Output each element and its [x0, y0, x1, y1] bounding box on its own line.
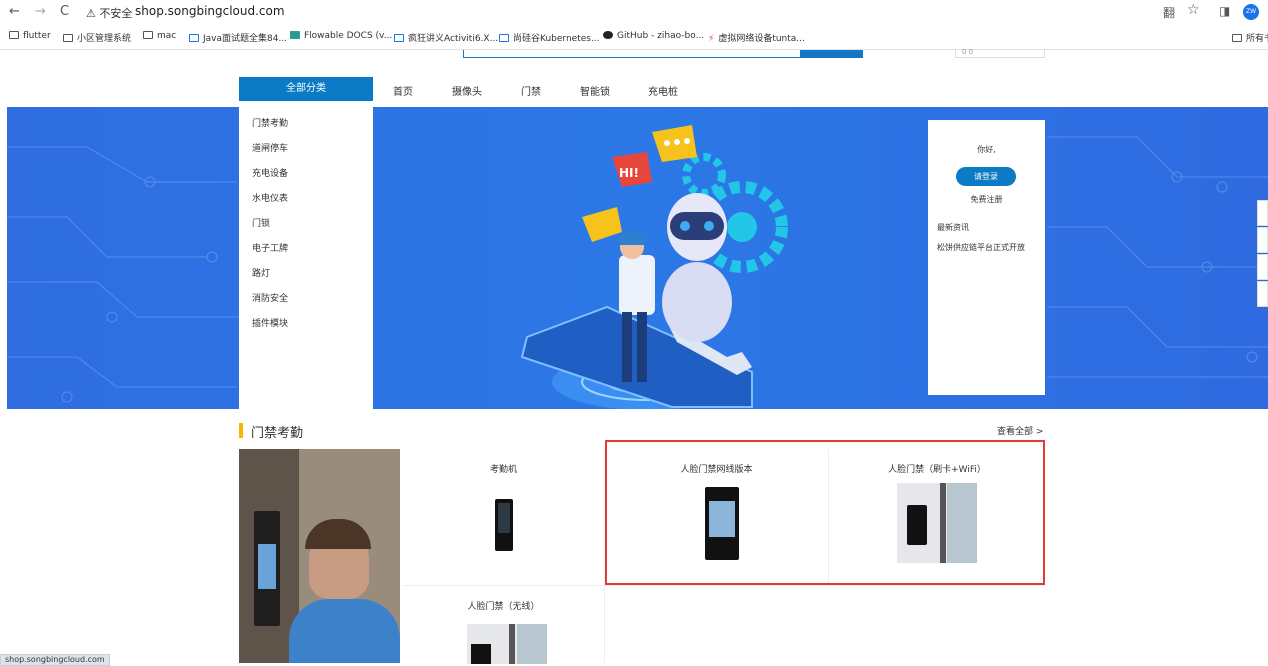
category-item[interactable]: 消防安全	[252, 291, 288, 304]
bookmark-item[interactable]: 尚硅谷Kubernetes...	[499, 31, 600, 44]
greeting-text: 你好,	[977, 145, 996, 154]
bookmark-item[interactable]: mac	[143, 31, 176, 41]
bilibili-icon	[189, 34, 199, 42]
bookmark-item[interactable]: flutter	[9, 31, 51, 41]
flowable-icon	[290, 31, 300, 39]
folder-icon	[63, 34, 73, 42]
section-feature-image[interactable]	[239, 449, 400, 663]
product-card[interactable]: 人脸门禁（无线）	[403, 586, 605, 664]
nav-link-home[interactable]: 首页	[393, 83, 413, 98]
bolt-icon: ⚡	[708, 34, 715, 44]
github-icon	[603, 31, 613, 39]
category-item[interactable]: 门禁考勤	[252, 116, 288, 129]
reload-icon[interactable]: C	[60, 4, 69, 19]
bookmark-item[interactable]: GitHub - zihao-bo...	[603, 31, 704, 41]
browser-toolbar: ← → C ⚠ 不安全 shop.songbingcloud.com 翻 ☆ ◨…	[0, 0, 1268, 26]
category-item[interactable]: 电子工牌	[252, 241, 288, 254]
product-name: 人脸门禁（无线）	[467, 602, 540, 612]
category-menu: 门禁考勤 道闸停车 充电设备 水电仪表 门锁 电子工牌 路灯 消防安全 插件模块	[239, 101, 373, 409]
hi-bubble-text: HI!	[619, 166, 639, 180]
search-button[interactable]	[800, 50, 863, 58]
section-accent-bar	[239, 423, 243, 438]
top-side-icon[interactable]	[1257, 281, 1268, 307]
star-icon[interactable]: ☆	[1187, 2, 1200, 18]
product-card[interactable]: 考勤机	[403, 449, 605, 586]
category-item[interactable]: 道闸停车	[252, 141, 288, 154]
bilibili-icon	[499, 34, 509, 42]
bookmark-item[interactable]: 疯狂讲义Activiti6.X...	[394, 31, 498, 44]
cart-button[interactable]: 0 0	[955, 49, 1045, 58]
banner-illustration: HI!	[7, 125, 1268, 409]
folder-icon	[9, 31, 19, 39]
folder-icon	[143, 31, 153, 39]
nav-link-access[interactable]: 门禁	[521, 83, 541, 98]
category-item[interactable]: 门锁	[252, 216, 270, 229]
status-bar-url: shop.songbingcloud.com	[0, 654, 110, 666]
bookmark-item[interactable]: 小区管理系统	[63, 31, 131, 44]
address-bar[interactable]: ⚠ 不安全 shop.songbingcloud.com	[80, 3, 1180, 22]
register-link[interactable]: 免费注册	[928, 194, 1045, 205]
nav-link-smartlock[interactable]: 智能锁	[580, 83, 610, 98]
selection-highlight	[605, 440, 1045, 585]
all-bookmarks[interactable]: 所有书	[1232, 31, 1268, 44]
side-toolbar	[1257, 200, 1268, 308]
nav-link-charging[interactable]: 充电桩	[648, 83, 678, 98]
bookmark-item[interactable]: Java面试题全集84...	[189, 31, 287, 44]
translate-icon[interactable]: 翻	[1163, 4, 1175, 21]
bookmark-item[interactable]: ⚡ 虚拟网络设备tunta...	[708, 31, 805, 44]
product-thumbnail	[495, 499, 513, 551]
section-title: 门禁考勤	[251, 426, 304, 441]
back-icon[interactable]: ←	[9, 4, 20, 19]
bilibili-icon	[394, 34, 404, 42]
hero-banner[interactable]: HI!	[7, 107, 1268, 409]
category-item[interactable]: 充电设备	[252, 166, 288, 179]
login-button[interactable]: 请登录	[956, 167, 1016, 186]
product-thumbnail	[467, 624, 547, 664]
cart-side-icon[interactable]	[1257, 200, 1268, 226]
news-item[interactable]: 松饼供应链平台正式开放	[937, 242, 1025, 253]
avatar[interactable]: ZW	[1243, 4, 1259, 20]
product-name: 考勤机	[489, 465, 517, 475]
category-item[interactable]: 路灯	[252, 266, 270, 279]
forward-icon[interactable]: →	[35, 4, 46, 19]
security-warning[interactable]: ⚠ 不安全	[86, 5, 132, 21]
url-text[interactable]: shop.songbingcloud.com	[135, 4, 285, 18]
news-heading: 最新资讯	[937, 223, 969, 232]
all-categories-button[interactable]: 全部分类	[239, 77, 373, 101]
nav-link-camera[interactable]: 摄像头	[452, 83, 482, 98]
category-item[interactable]: 水电仪表	[252, 191, 288, 204]
category-item[interactable]: 插件模块	[252, 316, 288, 329]
bookmarks-bar: flutter 小区管理系统 mac Java面试题全集84... Flowab…	[0, 26, 1268, 50]
bookmark-item[interactable]: Flowable DOCS (v...	[290, 31, 392, 41]
user-panel: 你好, 请登录 免费注册 最新资讯 松饼供应链平台正式开放	[928, 120, 1045, 395]
sidepanel-icon[interactable]: ◨	[1219, 4, 1230, 18]
see-all-link[interactable]: 查看全部 >	[997, 424, 1043, 437]
qrcode-side-icon[interactable]	[1257, 227, 1268, 253]
service-side-icon[interactable]	[1257, 254, 1268, 280]
folder-icon	[1232, 34, 1242, 42]
